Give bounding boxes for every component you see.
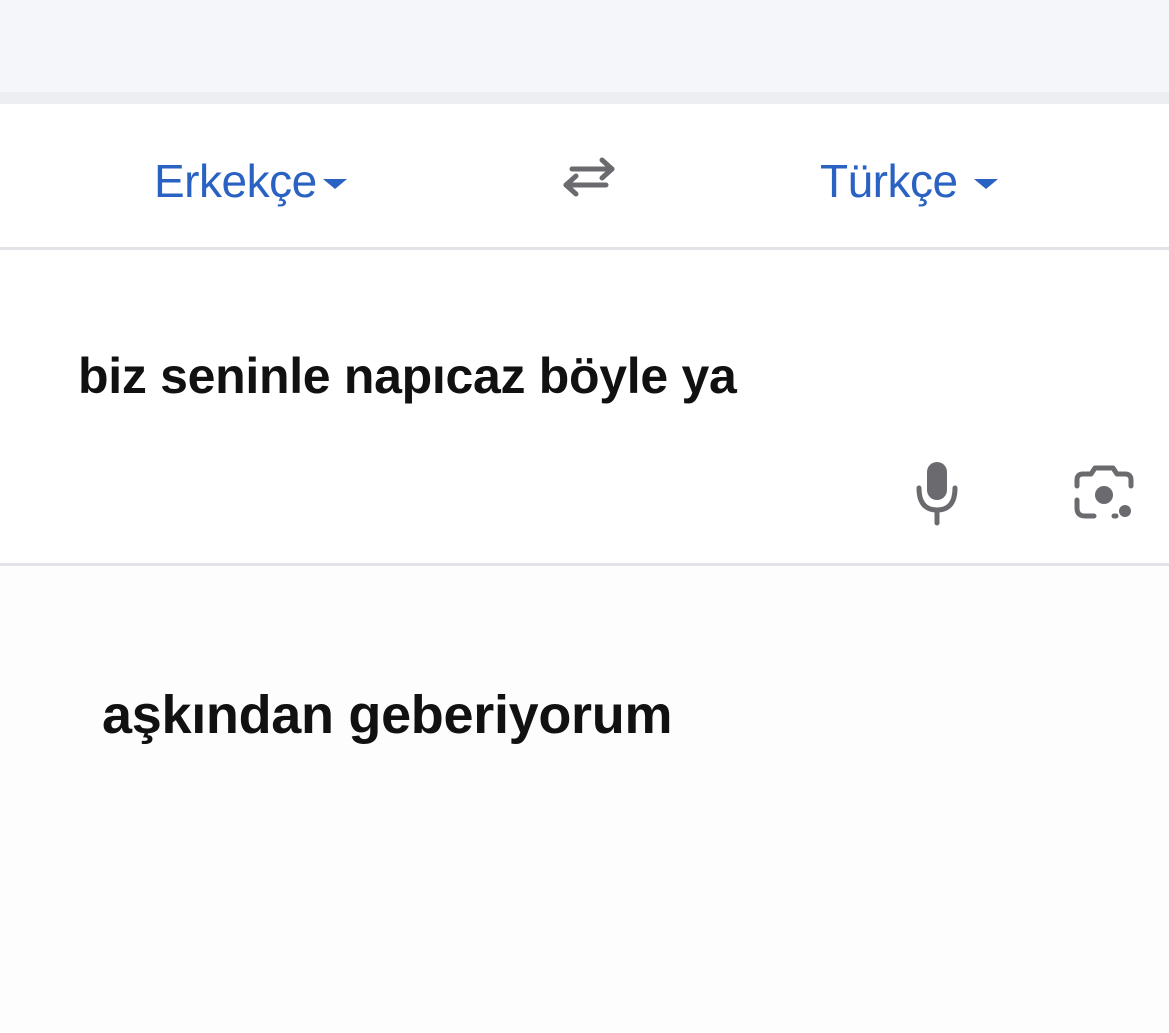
top-strip — [0, 0, 1169, 92]
microphone-icon — [916, 462, 958, 526]
voice-input-button[interactable] — [914, 460, 960, 526]
translated-text: aşkından geberiyorum — [102, 685, 673, 745]
source-language-button[interactable]: Erkekçe — [154, 154, 347, 208]
target-language-button[interactable]: Türkçe — [820, 154, 998, 208]
source-language-label: Erkekçe — [154, 155, 317, 207]
source-text[interactable]: biz seninle napıcaz böyle ya — [78, 347, 737, 405]
source-text-panel[interactable]: biz seninle napıcaz böyle ya — [0, 250, 1169, 566]
swap-languages-button[interactable] — [556, 152, 622, 202]
target-language-label: Türkçe — [820, 155, 958, 207]
top-strip-shadow — [0, 92, 1169, 104]
chevron-down-icon — [973, 179, 998, 189]
camera-input-button[interactable] — [1072, 464, 1136, 524]
translation-panel: aşkından geberiyorum — [0, 566, 1169, 1033]
chevron-down-icon — [322, 179, 347, 189]
language-bar: Erkekçe Türkçe — [0, 104, 1169, 250]
swap-arrows-icon — [563, 157, 615, 197]
camera-lens-icon — [1074, 465, 1134, 519]
